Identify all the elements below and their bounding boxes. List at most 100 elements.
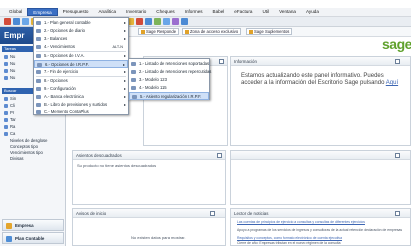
edit-panel-icon[interactable] (395, 211, 400, 216)
memento-icon (36, 110, 41, 114)
task-item[interactable]: Nu (4, 54, 15, 60)
search-item[interactable]: Ca (4, 131, 15, 137)
print-icon[interactable] (136, 18, 143, 25)
tax-icon (37, 63, 42, 67)
menu-item-opciones-iva[interactable]: 5.- Opciones de I.V.A. ▸ (34, 52, 128, 60)
exclusive-zone-link[interactable]: Zona de acceso exclusivo (182, 28, 242, 35)
submenu-item-modelo-115[interactable]: 4.- Modelo 115 (129, 84, 209, 92)
informacion-panel: Información Estamos actualizando este pa… (230, 56, 411, 146)
edit-panel-icon[interactable] (217, 153, 222, 158)
panel-title (231, 151, 410, 160)
book-icon (36, 103, 41, 107)
informacion-body: Estamos actualizando este panel informat… (241, 73, 399, 86)
menu-presupuesto[interactable]: Presupuesto (58, 8, 94, 16)
menu-item-plan-general[interactable]: 1.- Plan general contable ▸ (34, 19, 128, 27)
list-icon (131, 62, 136, 66)
menu-item-configuracion[interactable]: 9.- Configuración ▸ (34, 85, 128, 93)
menubar: Global Empresa Presupuesto Analítica Inv… (0, 8, 411, 17)
news-item[interactable]: Requisitos y conceptos, como formato ele… (237, 236, 407, 240)
sage-responde-link[interactable]: Sage Responde (138, 28, 180, 35)
task-item[interactable]: Nu (4, 68, 15, 74)
search-item-icon (4, 124, 8, 129)
menu-inventario[interactable]: Inventario (121, 8, 151, 16)
menu-item-opciones[interactable]: 8.- Opciones ▸ (34, 77, 128, 85)
help-icon[interactable] (181, 18, 188, 25)
submenu-item-modelo-123[interactable]: 3.- Modelo 123 (129, 76, 209, 84)
menu-util[interactable]: Util (257, 8, 274, 16)
new-icon (4, 68, 8, 73)
avisos-title: Avisos de inicio (73, 209, 225, 218)
menu-informes[interactable]: Informes (180, 8, 208, 16)
config-icon[interactable] (172, 18, 179, 25)
menu-item-opciones-irpf[interactable]: 6.- Opciones de I.R.P.F. ▸ (34, 60, 128, 68)
calendar-icon (36, 45, 41, 49)
contaplus-window: Global Empresa Presupuesto Analítica Inv… (0, 0, 411, 246)
key-icon (185, 29, 189, 34)
menu-empresa[interactable]: Empresa (27, 8, 58, 16)
search-icon[interactable] (145, 18, 152, 25)
menu-analitica[interactable]: Analítica (93, 8, 121, 16)
menu-babel[interactable]: Babel (208, 8, 230, 16)
ledger-icon (36, 21, 41, 25)
edit-panel-icon[interactable] (395, 153, 400, 158)
search-item-icon (4, 110, 8, 115)
news-item[interactable]: Cierre de año: Empresas tributan en el n… (237, 241, 407, 245)
plan-contable-nav-button[interactable]: Plan Contable (2, 232, 64, 244)
options-icon (36, 79, 41, 83)
form-icon (131, 78, 136, 82)
chart-icon[interactable] (154, 18, 161, 25)
empresa-menu: 1.- Plan general contable ▸ 2.- Opciones … (33, 17, 129, 115)
empresa-nav-button[interactable]: Empresa (2, 219, 64, 231)
menu-item-memento[interactable]: C.- Memento ContaPlus (34, 108, 128, 115)
menu-item-banca[interactable]: A.- Banca electrónica ▸ (34, 93, 128, 101)
balance-icon (36, 37, 41, 41)
menu-efactura[interactable]: eFactura (229, 8, 257, 16)
asientos-title: Asientos descuadrados (73, 151, 225, 160)
account-icon[interactable] (22, 18, 29, 25)
menu-item-vencimientos[interactable]: 4.- Vencimientos ALT-N (34, 43, 128, 51)
search-item[interactable]: Ra (4, 124, 15, 130)
sage-logo: sage (382, 36, 411, 52)
menu-item-fin-ejercicio[interactable]: 7.- Fin de ejercicio ▸ (34, 68, 128, 76)
edit-panel-icon[interactable] (395, 59, 400, 64)
menu-global[interactable]: Global (4, 8, 27, 16)
exit-icon[interactable] (4, 18, 11, 25)
form-icon (131, 86, 136, 90)
search-item[interactable]: Tar (4, 117, 16, 123)
edit-panel-icon[interactable] (210, 211, 215, 216)
menu-ventana[interactable]: Ventana (274, 8, 301, 16)
search-item-icon (4, 117, 8, 122)
asientos-panel: Asientos descuadrados Su producto no tie… (72, 150, 226, 205)
mail-icon[interactable] (163, 18, 170, 25)
news-item[interactable]: Las cuentas de principios de ejercicio a… (237, 220, 407, 224)
menu-item-opciones-diario[interactable]: 2.- Opciones de diario ▸ (34, 27, 128, 35)
year-end-icon (36, 70, 41, 74)
submenu-item-asiento-regularizacion[interactable]: 5.- Asiento regularización I.R.P.F. (129, 92, 209, 100)
star-icon (249, 29, 253, 34)
search-item-icon (4, 96, 8, 101)
company-icon[interactable] (13, 18, 20, 25)
menu-ayuda[interactable]: Ayuda (301, 8, 324, 16)
edit-panel-icon[interactable] (219, 59, 224, 64)
submenu-item-retenciones-soportadas[interactable]: 1.- Listado de retenciones soportadas (129, 60, 209, 68)
news-item[interactable]: Apoyo a programas de los servicios de in… (237, 228, 407, 232)
avisos-body: No existen datos para mostrar. (131, 235, 186, 240)
gear-icon (36, 87, 41, 91)
sage-icon (141, 29, 145, 34)
divisas-item[interactable]: Divisas (10, 156, 24, 162)
search-item[interactable]: Pr (4, 110, 14, 116)
asientos-body: Su producto no tiene asientos descuadrad… (77, 163, 157, 168)
menu-cheques[interactable]: Cheques (151, 8, 179, 16)
task-item[interactable]: Nu (4, 75, 15, 81)
supplements-link[interactable]: Sage Suplementos (246, 28, 293, 35)
submenu-item-retenciones-repercutidas[interactable]: 2.- Listado de retenciones repercutidas (129, 68, 211, 76)
ledger-icon (6, 236, 12, 242)
irpf-submenu: 1.- Listado de retenciones soportadas 2.… (128, 58, 211, 100)
new-icon (4, 54, 8, 59)
menu-item-balances[interactable]: 3.- Balances ▸ (34, 35, 128, 43)
aqui-link[interactable]: Aquí (386, 80, 398, 86)
search-item[interactable]: Cli (4, 103, 15, 109)
search-item-icon (4, 131, 8, 136)
search-item[interactable]: Sin (4, 96, 16, 102)
task-item[interactable]: Nu (4, 61, 15, 67)
